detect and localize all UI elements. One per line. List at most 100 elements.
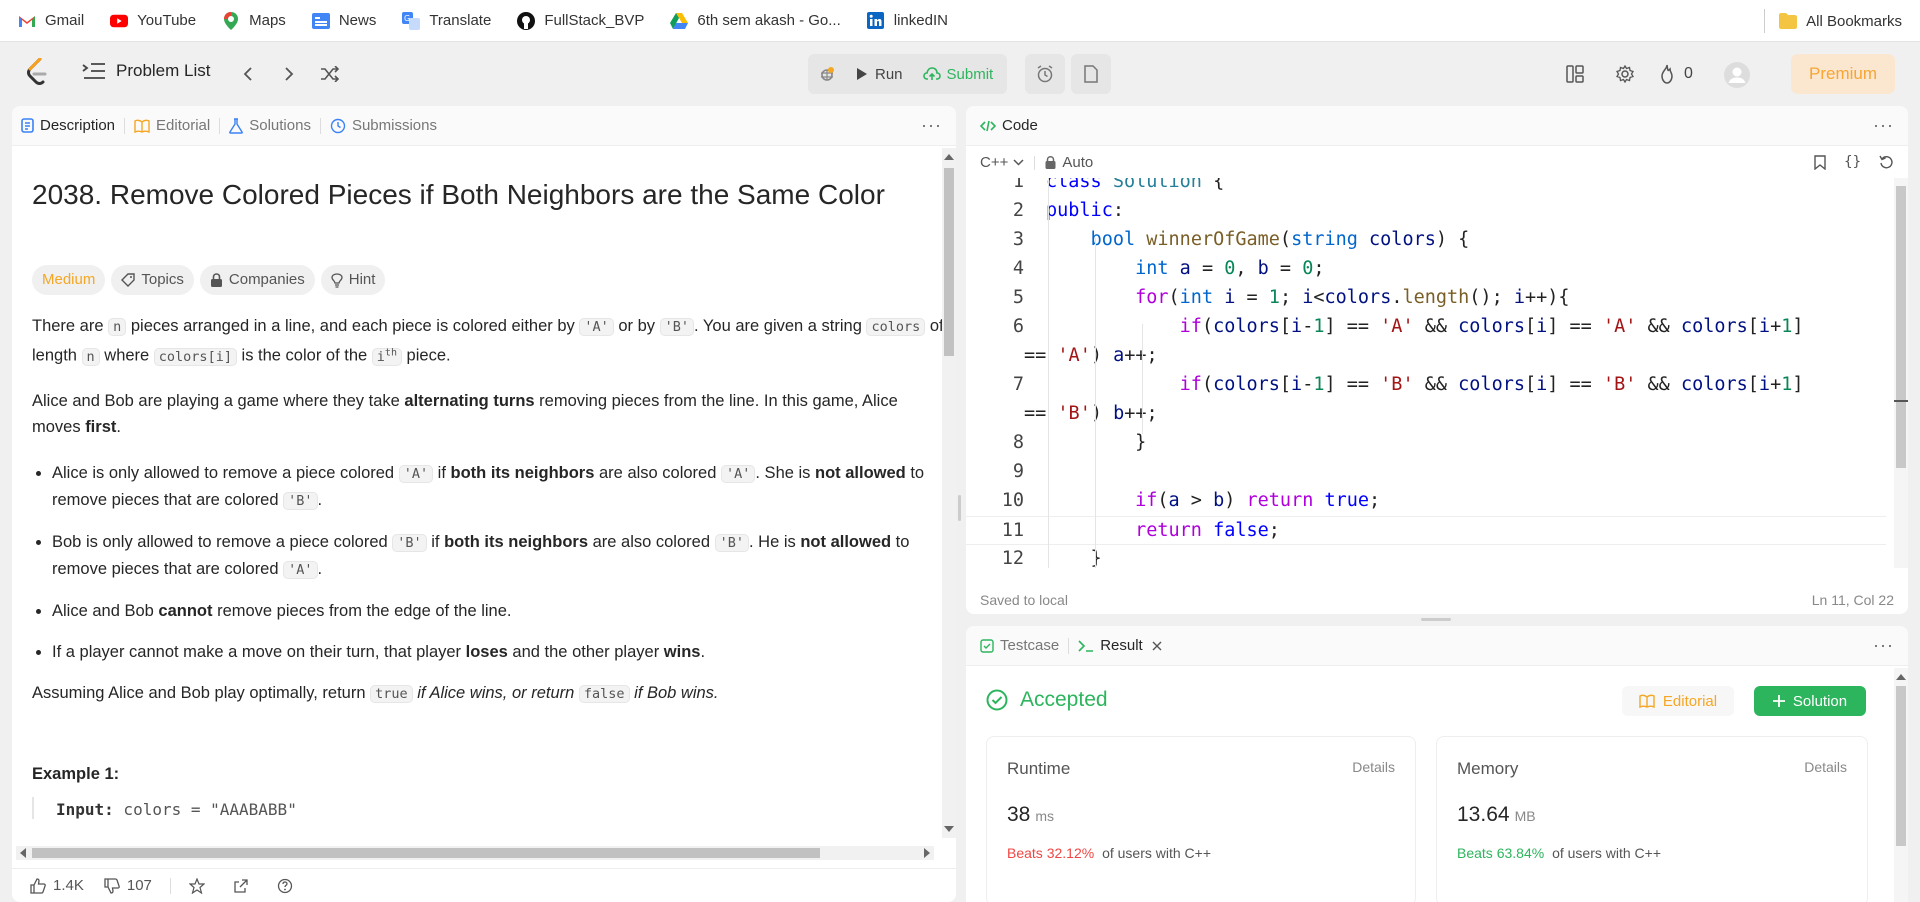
bookmark-translate[interactable]: G Translate	[402, 11, 491, 30]
scroll-thumb[interactable]	[1896, 686, 1906, 846]
memory-details-link[interactable]: Details	[1804, 759, 1847, 775]
like-button[interactable]: 1.4K	[30, 877, 84, 894]
companies-label: Companies	[228, 271, 305, 288]
premium-button[interactable]: Premium	[1791, 54, 1895, 94]
result-panel: Testcase Result ··· Accepted Editorial S…	[966, 626, 1908, 902]
help-icon[interactable]	[277, 878, 293, 894]
more-options-icon[interactable]: ···	[1873, 116, 1894, 134]
inline-code: colors[i]	[153, 347, 237, 366]
accepted-label: Accepted	[1020, 688, 1108, 711]
bookmark-icon[interactable]	[1814, 154, 1826, 170]
bookmark-gmail[interactable]: Gmail	[18, 12, 84, 30]
bookmark-drive[interactable]: 6th sem akash - Go...	[670, 12, 841, 30]
reset-icon[interactable]	[1879, 155, 1894, 170]
bookmark-news[interactable]: News	[311, 12, 376, 30]
prev-problem-icon[interactable]	[236, 62, 260, 86]
bookmark-linkedin[interactable]: linkedIN	[867, 12, 948, 30]
dislike-button[interactable]: 107	[104, 877, 152, 894]
problem-description: 2038. Remove Colored Pieces if Both Neig…	[32, 153, 948, 819]
share-icon[interactable]	[233, 878, 249, 894]
horizontal-scrollbar[interactable]	[16, 846, 934, 860]
code-line: 3 bool winnerOfGame(string colors) {	[966, 226, 1894, 255]
bookmark-label: linkedIN	[893, 12, 948, 29]
bold-text: both its neighbors	[444, 532, 589, 551]
streak-count: 0	[1684, 65, 1693, 82]
code-line: 6 if(colors[i-1] == 'A' && colors[i] == …	[966, 313, 1894, 342]
result-scrollbar[interactable]	[1894, 668, 1908, 902]
difficulty-badge[interactable]: Medium	[32, 265, 106, 295]
code-line: 8 }	[966, 429, 1894, 458]
hint-tag[interactable]: Hint	[320, 265, 386, 295]
editorial-button[interactable]: Editorial	[1622, 686, 1734, 716]
code-line: 4 int a = 0, b = 0;	[966, 255, 1894, 284]
avatar[interactable]	[1724, 62, 1750, 88]
vertical-scrollbar[interactable]	[942, 148, 956, 838]
language-select[interactable]: C++	[980, 154, 1024, 171]
submit-button[interactable]: Submit	[913, 54, 1008, 94]
format-braces-icon[interactable]: {}	[1844, 154, 1861, 170]
editor-scrollbar[interactable]	[1894, 178, 1908, 568]
tab-description[interactable]: Description	[12, 106, 124, 146]
tab-code[interactable]: Code	[966, 106, 1047, 146]
settings-gear-icon[interactable]	[1613, 62, 1637, 86]
bookmark-maps[interactable]: Maps	[222, 11, 286, 30]
layout-icon[interactable]	[1563, 62, 1587, 86]
runtime-card[interactable]: Runtime Details 38 ms Beats 32.12% of us…	[986, 736, 1416, 902]
scroll-down-arrow[interactable]	[944, 826, 954, 832]
panel-resize-handle[interactable]	[1421, 618, 1451, 621]
topics-tag[interactable]: Topics	[111, 265, 194, 295]
text: are also colored	[594, 463, 721, 482]
problem-list-button[interactable]: Problem List	[82, 61, 210, 81]
tab-label: Code	[1002, 117, 1038, 134]
panel-resize-handle[interactable]	[958, 495, 961, 521]
more-options-icon[interactable]: ···	[1873, 636, 1894, 654]
close-icon[interactable]	[1152, 641, 1162, 651]
memory-card[interactable]: Memory Details 13.64 MB Beats 63.84% of …	[1436, 736, 1868, 902]
line-number: 2	[1012, 200, 1024, 221]
book-icon	[1639, 694, 1655, 708]
code-editor[interactable]: 1 class Solution { 2 public: 3 bool winner…	[966, 178, 1894, 568]
bookmark-fullstack[interactable]: FullStack_BVP	[517, 11, 644, 30]
inline-code: n	[81, 347, 100, 366]
more-options-icon[interactable]: ···	[921, 116, 942, 134]
scroll-up-arrow[interactable]	[944, 154, 954, 160]
notes-button[interactable]	[1071, 54, 1111, 94]
scroll-thumb[interactable]	[944, 168, 954, 356]
run-button[interactable]: Run	[846, 54, 913, 94]
bookmarks-bar: Gmail YouTube Maps News G Translate Full…	[0, 0, 1920, 42]
streak-counter[interactable]: 0	[1658, 62, 1704, 86]
debug-button[interactable]	[808, 54, 846, 94]
tab-result[interactable]: Result	[1069, 626, 1171, 666]
runtime-details-link[interactable]: Details	[1352, 759, 1395, 775]
text: .	[116, 417, 121, 436]
scroll-up-arrow[interactable]	[1896, 674, 1906, 680]
italic-text: if Bob wins.	[629, 683, 719, 702]
bookmark-label: 6th sem akash - Go...	[697, 12, 841, 29]
timer-button[interactable]	[1025, 54, 1065, 94]
scroll-thumb[interactable]	[32, 848, 820, 858]
topics-label: Topics	[141, 271, 184, 288]
beats-suffix: of users with C++	[1102, 845, 1211, 861]
scroll-thumb[interactable]	[1896, 186, 1906, 468]
tab-solutions[interactable]: Solutions	[220, 106, 320, 146]
companies-tag[interactable]: Companies	[199, 265, 315, 295]
text: .	[700, 642, 706, 661]
leetcode-logo[interactable]	[26, 58, 48, 86]
auto-mode[interactable]: Auto	[1045, 154, 1093, 171]
next-problem-icon[interactable]	[277, 62, 301, 86]
code-line: 10 if(a > b) return true;	[966, 487, 1894, 516]
line-number: 7	[1012, 374, 1024, 395]
tab-testcase[interactable]: Testcase	[966, 626, 1068, 666]
tab-submissions[interactable]: Submissions	[321, 106, 446, 146]
inline-code: ith	[371, 347, 402, 366]
all-bookmarks[interactable]: All Bookmarks	[1779, 12, 1902, 30]
favorite-star-icon[interactable]	[188, 877, 205, 894]
solution-button[interactable]: Solution	[1754, 686, 1866, 716]
scroll-right-arrow[interactable]	[924, 848, 930, 858]
scroll-left-arrow[interactable]	[20, 848, 26, 858]
description-paragraph: There are n pieces arranged in a line, a…	[32, 313, 948, 370]
shuffle-icon[interactable]	[318, 62, 342, 86]
lock-icon	[1045, 156, 1056, 169]
bookmark-youtube[interactable]: YouTube	[110, 12, 196, 30]
tab-editorial[interactable]: Editorial	[125, 106, 219, 146]
